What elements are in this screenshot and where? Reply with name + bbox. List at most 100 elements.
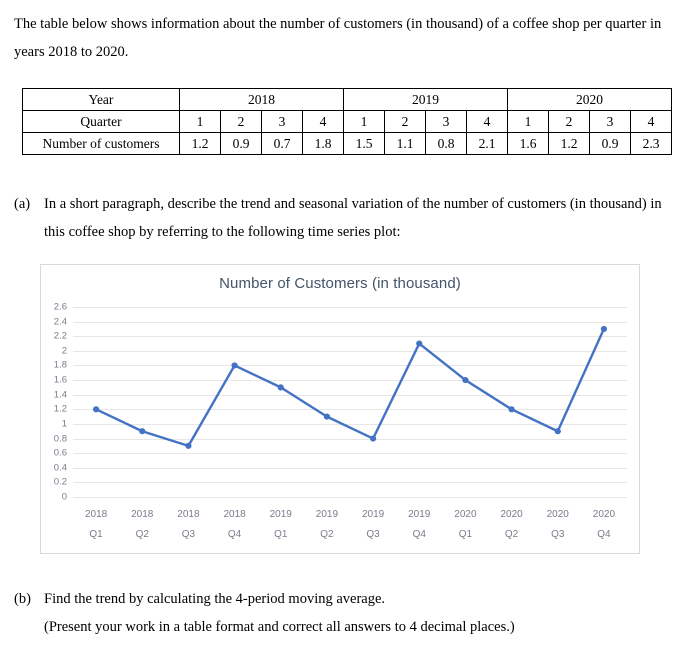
intro-paragraph: The table below shows information about … — [14, 16, 662, 60]
x-tick-year: 2020 — [500, 509, 523, 520]
y-tick-label: 0 — [61, 491, 67, 503]
quarter-cell: 1 — [179, 110, 221, 133]
y-tick-label: 1.8 — [53, 359, 67, 371]
x-tick-label: 2019 Q2 — [316, 505, 338, 545]
gridline — [73, 497, 627, 498]
y-tick-label: 0.2 — [53, 476, 67, 488]
chart-x-axis: 2018 Q1 2018 Q2 2018 Q3 2018 Q4 2019 Q1 2019 Q2 2019… — [73, 505, 627, 549]
y-tick-label: 1.2 — [53, 403, 67, 415]
y-tick-label: 2.6 — [53, 301, 67, 313]
x-tick-year: 2020 — [454, 509, 477, 520]
x-tick-quarter: Q4 — [412, 529, 426, 540]
customers-cell: 2.1 — [466, 132, 508, 155]
year-header-2018: 2018 — [179, 88, 344, 111]
customers-cell: 1.2 — [179, 132, 221, 155]
y-tick-label: 1.6 — [53, 374, 67, 386]
customers-cell: 0.7 — [261, 132, 303, 155]
quarter-cell: 3 — [261, 110, 303, 133]
quarter-cell: 4 — [302, 110, 344, 133]
y-tick-label: 2 — [61, 345, 67, 357]
series-line — [94, 327, 606, 448]
x-tick-label: 2019 Q4 — [408, 505, 430, 545]
y-tick-label: 2.4 — [53, 316, 67, 328]
chart-series-customers — [92, 325, 608, 449]
series-marker — [231, 362, 238, 369]
quarter-cell: 2 — [220, 110, 262, 133]
x-tick-label: 2020 Q2 — [500, 505, 522, 545]
customers-cell: 1.8 — [302, 132, 344, 155]
customers-cell: 0.9 — [589, 132, 631, 155]
customers-cell: 0.8 — [425, 132, 467, 155]
quarter-cell: 3 — [589, 110, 631, 133]
question-b: (b) Find the trend by calculating the 4-… — [14, 585, 674, 641]
y-tick-label: 1.4 — [53, 389, 67, 401]
x-tick-quarter: Q1 — [274, 529, 288, 540]
x-tick-quarter: Q2 — [320, 529, 334, 540]
chart-y-axis: 2.6 2.4 2.2 2 1.8 1.6 1.4 1.2 1 0.8 0.6 0.4 0.2 0 — [41, 302, 71, 503]
row-label-year: Year — [22, 88, 180, 111]
customers-cell: 2.3 — [630, 132, 672, 155]
quarter-cell: 2 — [548, 110, 590, 133]
y-tick-label: 0.8 — [53, 433, 67, 445]
question-b-marker: (b) — [14, 591, 31, 607]
quarter-cell: 4 — [630, 110, 672, 133]
customers-cell: 1.6 — [507, 132, 549, 155]
x-tick-quarter: Q2 — [135, 529, 149, 540]
question-a-marker: (a) — [14, 196, 31, 212]
x-tick-label: 2018 Q1 — [85, 505, 107, 545]
time-series-chart: Number of Customers (in thousand) 2.6 2.4… — [40, 264, 640, 554]
x-tick-label: 2018 Q3 — [177, 505, 199, 545]
x-tick-label: 2018 Q4 — [223, 505, 245, 545]
x-tick-year: 2020 — [592, 509, 616, 520]
question-b-body: Find the trend by calculating the 4-peri… — [44, 585, 674, 641]
x-tick-label: 2019 Q3 — [362, 505, 384, 545]
x-tick-year: 2020 — [546, 509, 569, 520]
question-a: (a) In a short paragraph, describe the t… — [14, 190, 674, 246]
customers-table-container: Year 2018 2019 2020 Quarter 1 2 3 4 1 2 … — [22, 88, 672, 155]
x-tick-label: 2018 Q2 — [131, 505, 153, 545]
x-tick-year: 2018 — [177, 509, 200, 520]
question-b-line1: Find the trend by calculating the 4-peri… — [44, 591, 386, 607]
x-tick-quarter: Q3 — [366, 529, 380, 540]
chart-plot-area — [73, 307, 627, 498]
x-tick-quarter: Q3 — [551, 529, 565, 540]
series-marker — [416, 340, 423, 347]
x-tick-year: 2018 — [131, 509, 154, 520]
customers-cell: 1.5 — [343, 132, 385, 155]
y-tick-label: 1 — [61, 418, 67, 430]
series-marker — [277, 384, 284, 391]
question-b-line2: (Present your work in a table format and… — [44, 619, 515, 635]
customers-cell: 1.2 — [548, 132, 590, 155]
series-marker — [508, 406, 515, 413]
x-tick-quarter: Q1 — [89, 529, 103, 540]
y-tick-label: 0.6 — [53, 447, 67, 459]
table-row-year: Year 2018 2019 2020 — [22, 88, 672, 111]
x-tick-label: 2019 Q1 — [270, 505, 292, 545]
x-tick-quarter: Q4 — [597, 529, 611, 540]
x-tick-label: 2020 Q3 — [547, 505, 569, 545]
chart-title: Number of Customers (in thousand) — [219, 275, 461, 292]
x-tick-quarter: Q1 — [458, 529, 473, 540]
row-label-quarter: Quarter — [22, 110, 180, 133]
question-a-text: In a short paragraph, describe the trend… — [44, 196, 662, 240]
x-tick-quarter: Q4 — [227, 529, 242, 540]
quarter-cell: 3 — [425, 110, 467, 133]
quarter-cell: 2 — [384, 110, 426, 133]
series-marker — [369, 435, 377, 442]
row-label-customers: Number of customers — [22, 132, 180, 155]
year-header-2019: 2019 — [343, 88, 508, 111]
x-tick-year: 2019 — [315, 509, 339, 520]
table-body: Year 2018 2019 2020 Quarter 1 2 3 4 1 2 … — [22, 88, 672, 155]
customers-table: Year 2018 2019 2020 Quarter 1 2 3 4 1 2 … — [22, 88, 672, 155]
series-marker — [554, 428, 561, 435]
series-marker — [139, 428, 146, 435]
y-tick-label: 0.4 — [53, 462, 67, 474]
x-tick-quarter: Q3 — [181, 529, 196, 540]
x-tick-year: 2018 — [223, 509, 246, 520]
y-tick-label: 2.2 — [53, 330, 67, 342]
x-tick-year: 2019 — [361, 509, 385, 520]
x-tick-year: 2018 — [84, 509, 108, 520]
x-tick-label: 2020 Q1 — [454, 505, 476, 545]
quarter-cell: 1 — [343, 110, 385, 133]
table-row-customers: Number of customers 1.2 0.9 0.7 1.8 1.5 … — [22, 132, 672, 155]
